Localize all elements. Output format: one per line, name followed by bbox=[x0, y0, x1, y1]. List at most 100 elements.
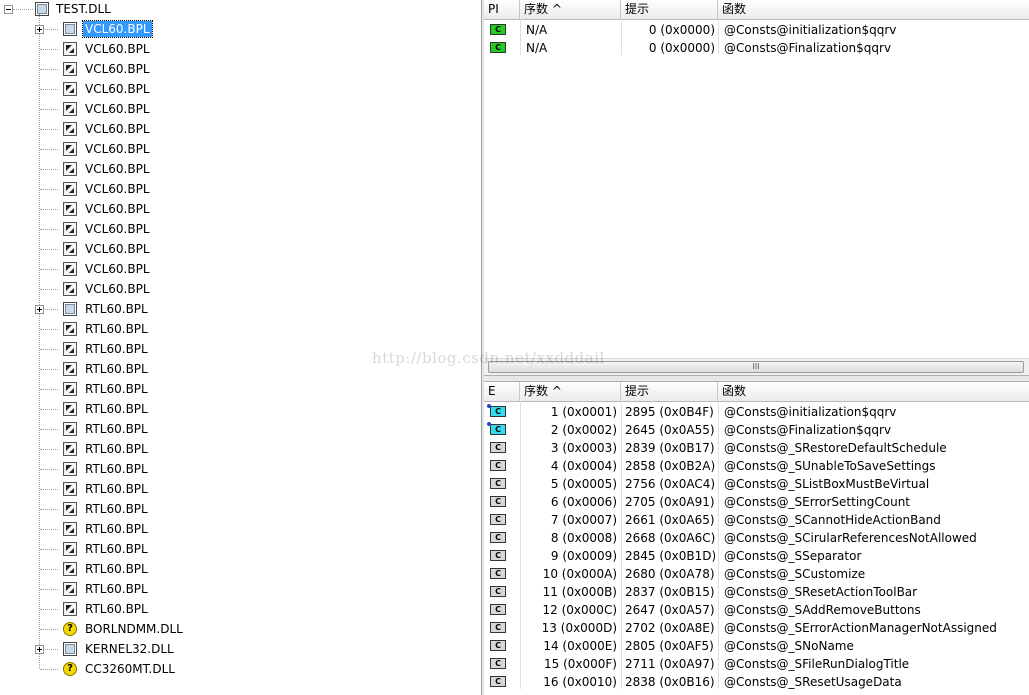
tree-item[interactable]: RTL60.BPL bbox=[0, 500, 300, 520]
table-row[interactable]: C 2 (0x0002) 2645 (0x0A55) @Consts@Finaliza… bbox=[484, 421, 1029, 439]
column-function[interactable]: 函数 bbox=[718, 382, 1029, 401]
tree-item[interactable]: VCL60.BPL bbox=[0, 260, 300, 280]
column-separator bbox=[520, 401, 521, 689]
table-row[interactable]: C N/A 0 (0x0000) @Consts@Finalization$qqrv bbox=[484, 39, 1029, 57]
table-row[interactable]: C 9 (0x0009) 2845 (0x0B1D) @Consts@_SSepara… bbox=[484, 547, 1029, 565]
table-row[interactable]: C 4 (0x0004) 2858 (0x0B2A) @Consts@_SUnable… bbox=[484, 457, 1029, 475]
tree-item[interactable]: VCL60.BPL bbox=[0, 40, 300, 60]
tree-item[interactable]: VCL60.BPL bbox=[0, 240, 300, 260]
tree-item[interactable]: VCL60.BPL bbox=[0, 200, 300, 220]
tree-item[interactable]: RTL60.BPL bbox=[0, 360, 300, 380]
table-row[interactable]: C 7 (0x0007) 2661 (0x0A65) @Consts@_SCannot… bbox=[484, 511, 1029, 529]
forward-icon bbox=[63, 62, 77, 76]
tree-item[interactable]: RTL60.BPL bbox=[0, 440, 300, 460]
hint-cell: 2702 (0x0A8E) bbox=[625, 621, 715, 635]
missing-module-icon: ? bbox=[63, 662, 77, 676]
tree-item[interactable]: VCL60.BPL bbox=[0, 120, 300, 140]
tree-item-label: VCL60.BPL bbox=[85, 122, 150, 136]
ordinal-cell: 5 (0x0005) bbox=[550, 477, 617, 491]
tree-connector bbox=[40, 69, 58, 70]
tree-item[interactable]: RTL60.BPL bbox=[0, 580, 300, 600]
table-row[interactable]: C 10 (0x000A) 2680 (0x0A78) @Consts@_SCusto… bbox=[484, 565, 1029, 583]
column-ordinal[interactable]: 序数 ^ bbox=[520, 382, 621, 401]
tree-item[interactable]: VCL60.BPL bbox=[0, 280, 300, 300]
forward-icon bbox=[63, 582, 77, 596]
tree-item[interactable]: RTL60.BPL bbox=[0, 340, 300, 360]
collapse-icon[interactable] bbox=[4, 5, 13, 14]
expand-icon[interactable] bbox=[35, 645, 44, 654]
tree-item-label: RTL60.BPL bbox=[85, 502, 148, 516]
horizontal-scrollbar[interactable]: III bbox=[484, 358, 1029, 375]
ordinal-cell: 8 (0x0008) bbox=[550, 531, 617, 545]
tree-connector bbox=[40, 589, 58, 590]
column-pi[interactable]: PI bbox=[484, 0, 520, 19]
exports-header: E 序数 ^ 提示 函数 bbox=[484, 382, 1029, 402]
tree-root[interactable]: TEST.DLL bbox=[0, 0, 200, 20]
tree-item[interactable]: RTL60.BPL bbox=[0, 400, 300, 420]
table-row[interactable]: C 8 (0x0008) 2668 (0x0A6C) @Consts@_SCirula… bbox=[484, 529, 1029, 547]
tree-connector bbox=[40, 249, 58, 250]
table-row[interactable]: C 11 (0x000B) 2837 (0x0B15) @Consts@_SReset… bbox=[484, 583, 1029, 601]
tree-item[interactable]: RTL60.BPL bbox=[0, 600, 300, 620]
table-row[interactable]: C 1 (0x0001) 2895 (0x0B4F) @Consts@initiali… bbox=[484, 403, 1029, 421]
forward-icon bbox=[63, 82, 77, 96]
tree-item[interactable]: VCL60.BPL bbox=[0, 60, 300, 80]
tree-item[interactable]: RTL60.BPL bbox=[0, 560, 300, 580]
table-row[interactable]: C 14 (0x000E) 2805 (0x0AF5) @Consts@_SNoNam… bbox=[484, 637, 1029, 655]
tree-item[interactable]: RTL60.BPL bbox=[0, 460, 300, 480]
hint-cell: 2756 (0x0AC4) bbox=[625, 477, 715, 491]
module-tree[interactable]: TEST.DLL VCL60.BPL VCL60.BPL VCL60.BPL VCL60… bbox=[0, 0, 481, 695]
tree-item[interactable]: VCL60.BPL bbox=[0, 140, 300, 160]
expand-icon[interactable] bbox=[35, 25, 44, 34]
table-row[interactable]: C 3 (0x0003) 2839 (0x0B17) @Consts@_SRestor… bbox=[484, 439, 1029, 457]
tree-item[interactable]: ? CC3260MT.DLL bbox=[0, 660, 300, 680]
tree-item[interactable]: ? BORLNDMM.DLL bbox=[0, 620, 300, 640]
tree-item[interactable]: RTL60.BPL bbox=[0, 520, 300, 540]
ordinal-cell: 2 (0x0002) bbox=[550, 423, 617, 437]
table-row[interactable]: C 16 (0x0010) 2838 (0x0B16) @Consts@_SReset… bbox=[484, 673, 1029, 691]
tree-item[interactable]: RTL60.BPL bbox=[0, 480, 300, 500]
tree-item-label: RTL60.BPL bbox=[85, 462, 148, 476]
ordinal-cell: 10 (0x000A) bbox=[542, 567, 617, 581]
tree-connector bbox=[40, 409, 58, 410]
column-function[interactable]: 函数 bbox=[718, 0, 1029, 19]
table-row[interactable]: C 15 (0x000F) 2711 (0x0A97) @Consts@_SFileR… bbox=[484, 655, 1029, 673]
tree-item[interactable]: VCL60.BPL bbox=[0, 20, 300, 40]
scrollbar-thumb[interactable]: III bbox=[488, 361, 1024, 373]
hint-cell: 2645 (0x0A55) bbox=[625, 423, 715, 437]
column-hint[interactable]: 提示 bbox=[621, 382, 718, 401]
table-row[interactable]: C 5 (0x0005) 2756 (0x0AC4) @Consts@_SListBo… bbox=[484, 475, 1029, 493]
parent-imports-list[interactable]: PI 序数 ^ 提示 函数 C N/A 0 (0x0000) @Consts@init… bbox=[484, 0, 1029, 375]
tree-item[interactable]: KERNEL32.DLL bbox=[0, 640, 300, 660]
column-hint[interactable]: 提示 bbox=[621, 0, 718, 19]
ordinal-cell: 7 (0x0007) bbox=[550, 513, 617, 527]
tree-item[interactable]: VCL60.BPL bbox=[0, 80, 300, 100]
function-cell: @Consts@initialization$qqrv bbox=[724, 405, 897, 419]
tree-item[interactable]: VCL60.BPL bbox=[0, 100, 300, 120]
hint-cell: 0 (0x0000) bbox=[648, 41, 715, 55]
exports-list[interactable]: E 序数 ^ 提示 函数 C 1 (0x0001) 2895 (0x0B4F) @Co… bbox=[484, 382, 1029, 695]
table-row[interactable]: C 12 (0x000C) 2647 (0x0A57) @Consts@_SAddRe… bbox=[484, 601, 1029, 619]
expand-icon[interactable] bbox=[35, 305, 44, 314]
horizontal-splitter[interactable] bbox=[484, 375, 1029, 382]
tree-item[interactable]: VCL60.BPL bbox=[0, 220, 300, 240]
tree-item[interactable]: RTL60.BPL bbox=[0, 540, 300, 560]
column-e[interactable]: E bbox=[484, 382, 520, 401]
ordinal-cell: 16 (0x0010) bbox=[543, 675, 617, 689]
tree-item[interactable]: RTL60.BPL bbox=[0, 320, 300, 340]
tree-item[interactable]: VCL60.BPL bbox=[0, 160, 300, 180]
forward-icon bbox=[63, 342, 77, 356]
tree-item[interactable]: RTL60.BPL bbox=[0, 420, 300, 440]
tree-connector bbox=[40, 229, 58, 230]
table-row[interactable]: C N/A 0 (0x0000) @Consts@initialization$qqr… bbox=[484, 21, 1029, 39]
table-row[interactable]: C 13 (0x000D) 2702 (0x0A8E) @Consts@_SError… bbox=[484, 619, 1029, 637]
tree-item-label: RTL60.BPL bbox=[85, 322, 148, 336]
tree-item[interactable]: RTL60.BPL bbox=[0, 300, 300, 320]
column-ordinal[interactable]: 序数 ^ bbox=[520, 0, 621, 19]
ordinal-cell: 13 (0x000D) bbox=[541, 621, 617, 635]
table-row[interactable]: C 6 (0x0006) 2705 (0x0A91) @Consts@_SErrorS… bbox=[484, 493, 1029, 511]
hint-cell: 2895 (0x0B4F) bbox=[625, 405, 714, 419]
tree-item[interactable]: VCL60.BPL bbox=[0, 180, 300, 200]
ordinal-cell: 6 (0x0006) bbox=[550, 495, 617, 509]
tree-item[interactable]: RTL60.BPL bbox=[0, 380, 300, 400]
